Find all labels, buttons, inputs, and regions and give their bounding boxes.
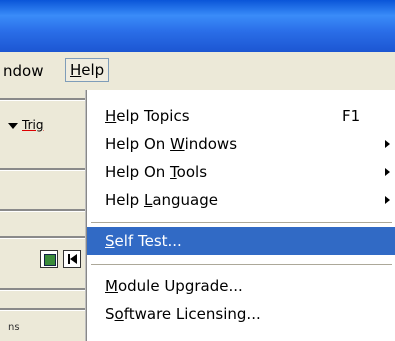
menu-window[interactable]: ndow (0, 60, 46, 82)
calculator-icon (44, 254, 56, 266)
menu-item-help-on-tools[interactable]: Help On Tools (87, 158, 395, 186)
go-to-start-button[interactable] (63, 250, 81, 268)
help-label-rest: elp (81, 61, 105, 79)
panel-divider (0, 308, 86, 311)
menu-separator (91, 264, 392, 265)
panel-divider (0, 288, 86, 291)
menu-help[interactable]: Help (65, 58, 110, 82)
menu-bar: ndow Help (0, 52, 395, 90)
title-bar (0, 0, 395, 52)
help-menu-dropdown: Help Topics F1 Help On Windows Help On T… (86, 90, 395, 341)
calculator-button[interactable] (40, 250, 58, 268)
menu-item-help-language[interactable]: Help Language (87, 186, 395, 214)
trigger-dropdown[interactable]: Trig (8, 118, 43, 132)
shortcut-label: F1 (342, 107, 361, 125)
submenu-arrow-icon (385, 168, 390, 176)
help-mnemonic: H (70, 61, 82, 79)
panel-divider (0, 209, 86, 212)
menu-item-help-on-windows[interactable]: Help On Windows (87, 130, 395, 158)
menu-item-module-upgrade[interactable]: Module Upgrade... (87, 272, 395, 300)
status-fragment: ns (8, 322, 20, 333)
submenu-arrow-icon (385, 196, 390, 204)
chevron-down-icon (8, 122, 18, 129)
trigger-label: Trig (22, 118, 44, 132)
submenu-arrow-icon (385, 140, 390, 148)
toolbar-divider (0, 98, 86, 101)
panel-divider (0, 168, 86, 171)
menu-separator (91, 222, 392, 223)
menu-item-help-topics[interactable]: Help Topics F1 (87, 102, 395, 130)
panel-divider (0, 236, 86, 239)
menu-item-software-licensing[interactable]: Software Licensing... (87, 300, 395, 328)
menu-item-self-test[interactable]: Self Test... (87, 227, 395, 255)
